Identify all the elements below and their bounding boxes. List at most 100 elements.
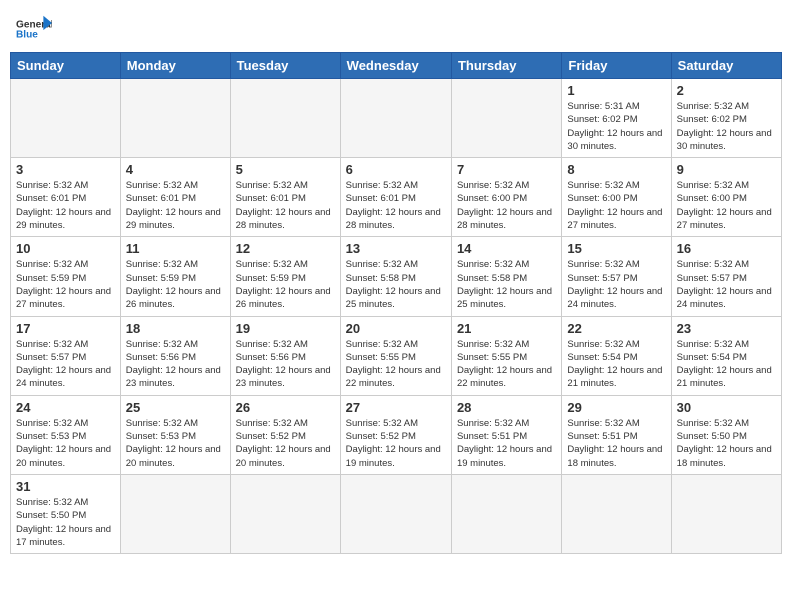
day-number: 27 [346, 400, 446, 415]
calendar-cell: 14Sunrise: 5:32 AM Sunset: 5:58 PM Dayli… [451, 237, 561, 316]
calendar-cell [451, 474, 561, 553]
day-info: Sunrise: 5:32 AM Sunset: 5:56 PM Dayligh… [126, 338, 225, 391]
calendar-header-wednesday: Wednesday [340, 53, 451, 79]
calendar-cell: 21 Sunrise: 5:32 AM Sunset: 5:55 PM Dayli… [451, 316, 561, 395]
calendar-cell: 18 Sunrise: 5:32 AM Sunset: 5:56 PM Dayli… [120, 316, 230, 395]
day-info: Sunrise: 5:32 AM Sunset: 5:53 PM Dayligh… [16, 417, 115, 470]
day-info: Sunrise: 5:32 AM Sunset: 6:00 PM Dayligh… [457, 179, 556, 232]
calendar-header-thursday: Thursday [451, 53, 561, 79]
calendar-cell: 2Sunrise: 5:32 AM Sunset: 6:02 PM Daylig… [671, 79, 781, 158]
calendar-cell: 4Sunrise: 5:32 AM Sunset: 6:01 PM Daylig… [120, 158, 230, 237]
day-number: 28 [457, 400, 556, 415]
calendar-cell: 30 Sunrise: 5:32 AM Sunset: 5:50 PM Dayli… [671, 395, 781, 474]
day-info: Sunrise: 5:32 AM Sunset: 6:00 PM Dayligh… [677, 179, 776, 232]
calendar-cell: 11Sunrise: 5:32 AM Sunset: 5:59 PM Dayli… [120, 237, 230, 316]
calendar-cell: 3Sunrise: 5:32 AM Sunset: 6:01 PM Daylig… [11, 158, 121, 237]
generalblue-logo-icon: General Blue [16, 14, 52, 42]
calendar-header-tuesday: Tuesday [230, 53, 340, 79]
calendar-cell: 15 Sunrise: 5:32 AM Sunset: 5:57 PM Dayli… [562, 237, 671, 316]
day-number: 17 [16, 321, 115, 336]
day-info: Sunrise: 5:32 AM Sunset: 5:58 PM Dayligh… [457, 258, 556, 311]
day-number: 8 [567, 162, 665, 177]
calendar-week-row: 17 Sunrise: 5:32 AM Sunset: 5:57 PM Dayli… [11, 316, 782, 395]
calendar-cell: 13 Sunrise: 5:32 AM Sunset: 5:58 PM Dayli… [340, 237, 451, 316]
day-info: Sunrise: 5:32 AM Sunset: 5:55 PM Dayligh… [457, 338, 556, 391]
calendar-cell: 22 Sunrise: 5:32 AM Sunset: 5:54 PM Dayli… [562, 316, 671, 395]
day-number: 16 [677, 241, 776, 256]
calendar-cell: 16Sunrise: 5:32 AM Sunset: 5:57 PM Dayli… [671, 237, 781, 316]
calendar-cell [340, 79, 451, 158]
calendar-cell [230, 474, 340, 553]
calendar-week-row: 10Sunrise: 5:32 AM Sunset: 5:59 PM Dayli… [11, 237, 782, 316]
calendar-cell: 25Sunrise: 5:32 AM Sunset: 5:53 PM Dayli… [120, 395, 230, 474]
calendar-header-saturday: Saturday [671, 53, 781, 79]
calendar-cell: 31Sunrise: 5:32 AM Sunset: 5:50 PM Dayli… [11, 474, 121, 553]
day-number: 19 [236, 321, 335, 336]
calendar-week-row: 31Sunrise: 5:32 AM Sunset: 5:50 PM Dayli… [11, 474, 782, 553]
day-number: 2 [677, 83, 776, 98]
day-info: Sunrise: 5:32 AM Sunset: 5:57 PM Dayligh… [567, 258, 665, 311]
day-info: Sunrise: 5:32 AM Sunset: 5:50 PM Dayligh… [677, 417, 776, 470]
day-info: Sunrise: 5:32 AM Sunset: 5:51 PM Dayligh… [457, 417, 556, 470]
day-info: Sunrise: 5:32 AM Sunset: 5:54 PM Dayligh… [677, 338, 776, 391]
day-number: 30 [677, 400, 776, 415]
calendar-week-row: 1 Sunrise: 5:31 AM Sunset: 6:02 PM Daylig… [11, 79, 782, 158]
day-number: 20 [346, 321, 446, 336]
day-info: Sunrise: 5:32 AM Sunset: 5:53 PM Dayligh… [126, 417, 225, 470]
calendar-cell: 5 Sunrise: 5:32 AM Sunset: 6:01 PM Daylig… [230, 158, 340, 237]
calendar-cell [120, 79, 230, 158]
day-number: 7 [457, 162, 556, 177]
calendar-cell [451, 79, 561, 158]
calendar-cell: 23 Sunrise: 5:32 AM Sunset: 5:54 PM Dayli… [671, 316, 781, 395]
calendar-header-friday: Friday [562, 53, 671, 79]
day-info: Sunrise: 5:32 AM Sunset: 5:57 PM Dayligh… [16, 338, 115, 391]
day-number: 6 [346, 162, 446, 177]
day-info: Sunrise: 5:32 AM Sunset: 5:56 PM Dayligh… [236, 338, 335, 391]
calendar-cell: 1 Sunrise: 5:31 AM Sunset: 6:02 PM Daylig… [562, 79, 671, 158]
calendar-week-row: 24 Sunrise: 5:32 AM Sunset: 5:53 PM Dayli… [11, 395, 782, 474]
day-info: Sunrise: 5:32 AM Sunset: 5:54 PM Dayligh… [567, 338, 665, 391]
day-number: 11 [126, 241, 225, 256]
calendar-cell [230, 79, 340, 158]
day-info: Sunrise: 5:31 AM Sunset: 6:02 PM Dayligh… [567, 100, 665, 153]
calendar-cell [562, 474, 671, 553]
day-info: Sunrise: 5:32 AM Sunset: 5:59 PM Dayligh… [236, 258, 335, 311]
day-number: 21 [457, 321, 556, 336]
calendar-cell: 9Sunrise: 5:32 AM Sunset: 6:00 PM Daylig… [671, 158, 781, 237]
day-info: Sunrise: 5:32 AM Sunset: 5:55 PM Dayligh… [346, 338, 446, 391]
calendar-cell [11, 79, 121, 158]
day-number: 31 [16, 479, 115, 494]
day-number: 24 [16, 400, 115, 415]
day-number: 18 [126, 321, 225, 336]
day-info: Sunrise: 5:32 AM Sunset: 5:52 PM Dayligh… [236, 417, 335, 470]
calendar-cell: 6 Sunrise: 5:32 AM Sunset: 6:01 PM Daylig… [340, 158, 451, 237]
day-info: Sunrise: 5:32 AM Sunset: 6:01 PM Dayligh… [236, 179, 335, 232]
day-number: 13 [346, 241, 446, 256]
calendar-header-sunday: Sunday [11, 53, 121, 79]
calendar-cell: 29 Sunrise: 5:32 AM Sunset: 5:51 PM Dayli… [562, 395, 671, 474]
day-info: Sunrise: 5:32 AM Sunset: 5:58 PM Dayligh… [346, 258, 446, 311]
day-number: 15 [567, 241, 665, 256]
calendar-cell: 10Sunrise: 5:32 AM Sunset: 5:59 PM Dayli… [11, 237, 121, 316]
calendar-cell [671, 474, 781, 553]
day-info: Sunrise: 5:32 AM Sunset: 6:01 PM Dayligh… [346, 179, 446, 232]
day-number: 5 [236, 162, 335, 177]
day-number: 22 [567, 321, 665, 336]
day-number: 26 [236, 400, 335, 415]
calendar-cell: 27Sunrise: 5:32 AM Sunset: 5:52 PM Dayli… [340, 395, 451, 474]
calendar-cell: 24 Sunrise: 5:32 AM Sunset: 5:53 PM Dayli… [11, 395, 121, 474]
day-number: 1 [567, 83, 665, 98]
day-number: 12 [236, 241, 335, 256]
calendar-cell: 12 Sunrise: 5:32 AM Sunset: 5:59 PM Dayli… [230, 237, 340, 316]
day-info: Sunrise: 5:32 AM Sunset: 6:00 PM Dayligh… [567, 179, 665, 232]
calendar-cell: 19 Sunrise: 5:32 AM Sunset: 5:56 PM Dayli… [230, 316, 340, 395]
calendar-header-row: SundayMondayTuesdayWednesdayThursdayFrid… [11, 53, 782, 79]
day-number: 23 [677, 321, 776, 336]
day-number: 29 [567, 400, 665, 415]
calendar-cell: 26 Sunrise: 5:32 AM Sunset: 5:52 PM Dayli… [230, 395, 340, 474]
day-info: Sunrise: 5:32 AM Sunset: 5:51 PM Dayligh… [567, 417, 665, 470]
day-number: 3 [16, 162, 115, 177]
calendar-cell: 28 Sunrise: 5:32 AM Sunset: 5:51 PM Dayli… [451, 395, 561, 474]
calendar-cell: 8 Sunrise: 5:32 AM Sunset: 6:00 PM Daylig… [562, 158, 671, 237]
calendar-cell: 7 Sunrise: 5:32 AM Sunset: 6:00 PM Daylig… [451, 158, 561, 237]
